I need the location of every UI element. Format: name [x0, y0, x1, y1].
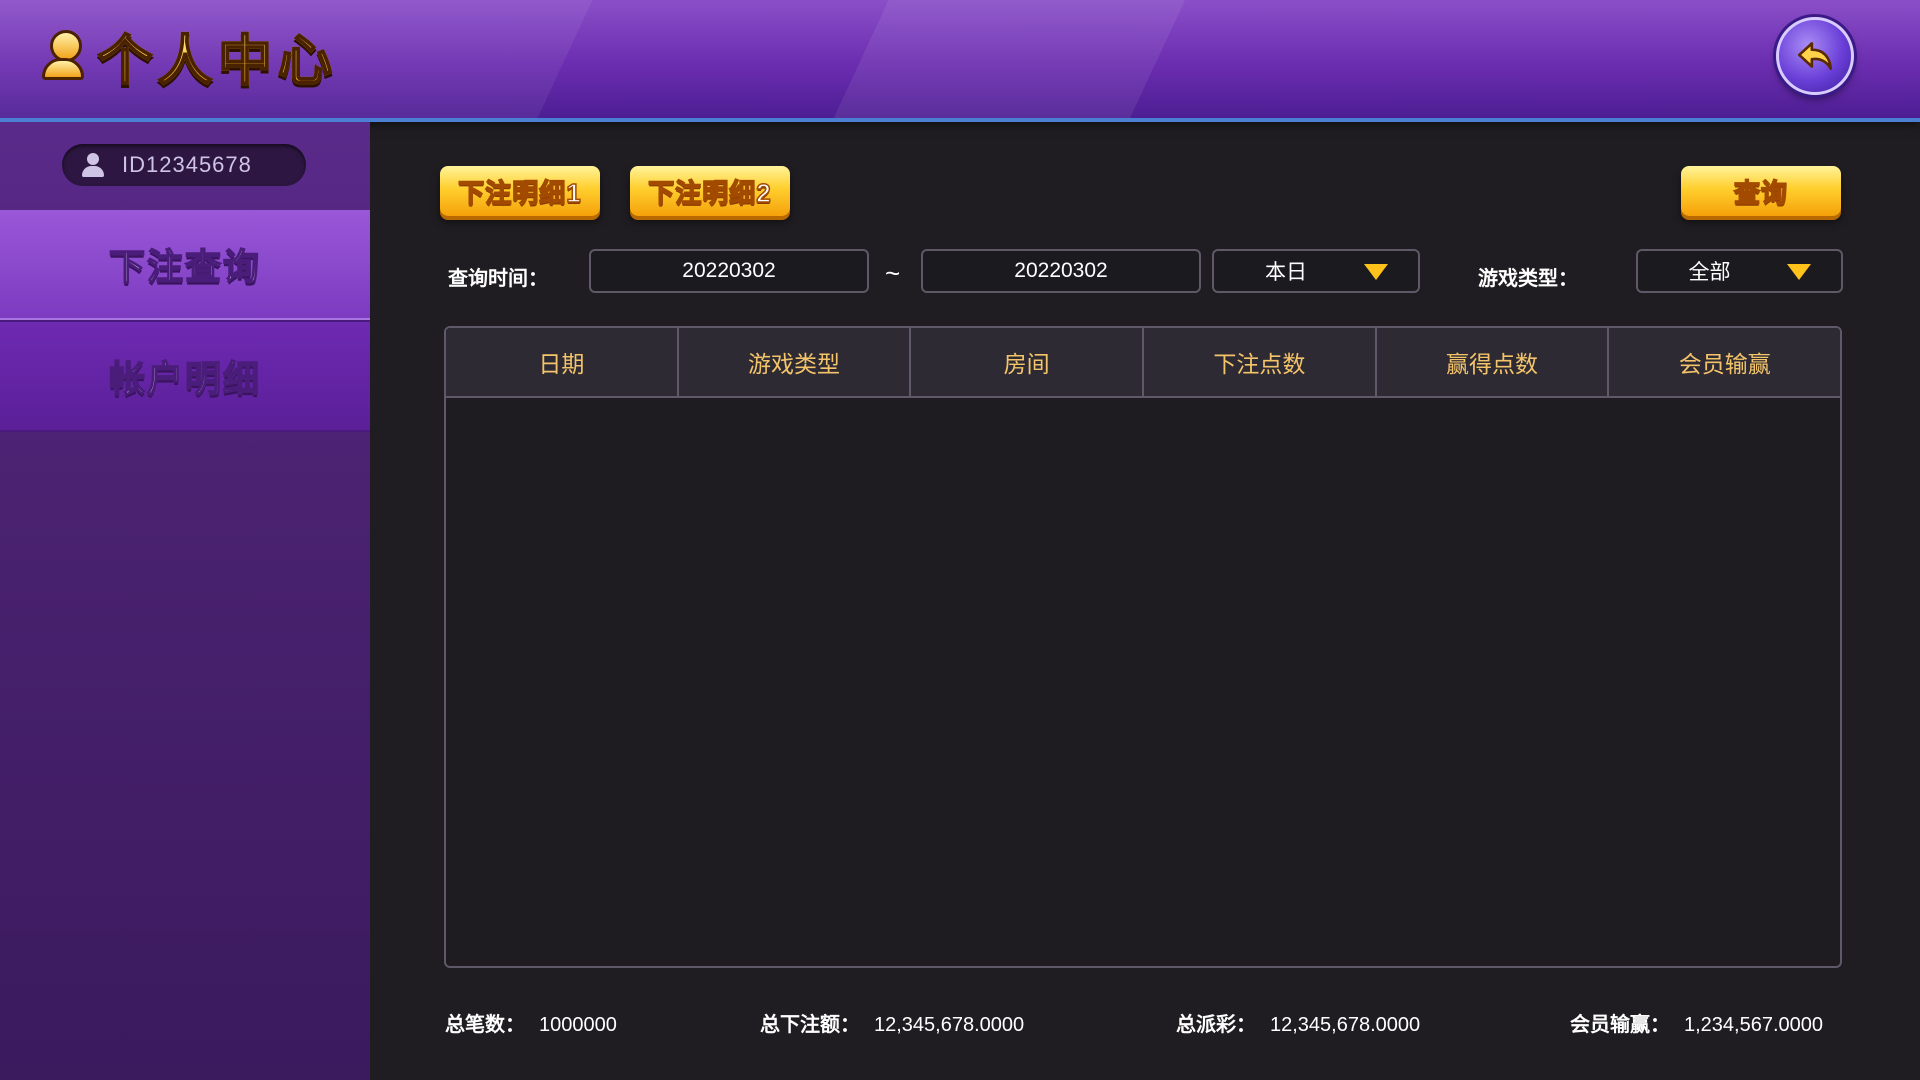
member-winloss-stat: 会员输赢： 1,234,567.0000	[1570, 1008, 1823, 1037]
page-title: 个人中心	[40, 20, 338, 92]
user-icon	[82, 153, 104, 177]
user-id-text: ID12345678	[122, 152, 252, 177]
column-header-room: 房间	[911, 328, 1145, 396]
column-header-date: 日期	[446, 328, 679, 396]
user-profile-icon	[40, 28, 86, 82]
query-time-label: 查询时间：	[448, 268, 548, 290]
query-button-label: 查询	[1733, 177, 1788, 209]
date-range-separator: ~	[885, 258, 901, 288]
game-type-select-value: 全部	[1688, 261, 1731, 284]
column-header-bet-points: 下注点数	[1144, 328, 1377, 396]
column-header-game-type: 游戏类型	[679, 328, 912, 396]
user-id-badge: ID12345678	[62, 144, 306, 186]
start-date-value: 20220302	[682, 259, 776, 282]
total-payout-label: 总派彩：	[1176, 1014, 1256, 1036]
end-date-value: 20220302	[1014, 259, 1108, 282]
table-header-row: 日期 游戏类型 房间 下注点数 赢得点数 会员输赢	[446, 328, 1840, 398]
tab-label: 下注明细2	[648, 177, 772, 209]
tab-bet-details-1[interactable]: 下注明细1	[440, 166, 600, 216]
period-select-value: 本日	[1265, 261, 1307, 284]
start-date-field[interactable]: 20220302	[589, 249, 869, 293]
total-payout-stat: 总派彩： 12,345,678.0000	[1176, 1008, 1420, 1037]
dropdown-triangle-icon	[1787, 264, 1811, 280]
member-winloss-label: 会员输赢：	[1570, 1014, 1670, 1036]
page-title-text: 个人中心	[97, 16, 338, 95]
period-select[interactable]: 本日	[1212, 249, 1420, 293]
tab-bet-details-2[interactable]: 下注明细2	[630, 166, 790, 216]
sidebar-item-bet-query[interactable]: 下注查询	[0, 210, 370, 320]
back-arrow-icon	[1797, 42, 1833, 70]
total-bet-stat: 总下注额： 12,345,678.0000	[760, 1008, 1024, 1037]
top-header: 个人中心	[0, 0, 1920, 118]
total-bet-label: 总下注额：	[760, 1014, 860, 1036]
total-bet-value: 12,345,678.0000	[874, 1014, 1025, 1036]
total-count-label: 总笔数：	[445, 1014, 525, 1036]
column-header-won-points: 赢得点数	[1377, 328, 1610, 396]
sidebar-item-label: 帐户明细	[108, 357, 261, 400]
end-date-field[interactable]: 20220302	[921, 249, 1201, 293]
total-count-value: 1000000	[539, 1014, 617, 1036]
total-payout-value: 12,345,678.0000	[1270, 1014, 1421, 1036]
sidebar: ID12345678 下注查询 帐户明细	[0, 122, 370, 1080]
total-count-stat: 总笔数： 1000000	[445, 1008, 617, 1037]
query-button[interactable]: 查询	[1681, 166, 1841, 216]
sidebar-item-account-details[interactable]: 帐户明细	[0, 320, 370, 432]
column-header-member-winloss: 会员输赢	[1678, 351, 1771, 377]
tab-label: 下注明细1	[458, 177, 582, 209]
member-winloss-value: 1,234,567.0000	[1684, 1014, 1824, 1036]
game-type-select[interactable]: 全部	[1636, 249, 1843, 293]
bet-records-table: 日期 游戏类型 房间 下注点数 赢得点数 会员输赢	[444, 326, 1842, 968]
back-button[interactable]	[1776, 17, 1854, 95]
dropdown-triangle-icon	[1364, 264, 1388, 280]
sidebar-item-label: 下注查询	[108, 245, 261, 288]
game-type-label: 游戏类型：	[1478, 268, 1578, 290]
